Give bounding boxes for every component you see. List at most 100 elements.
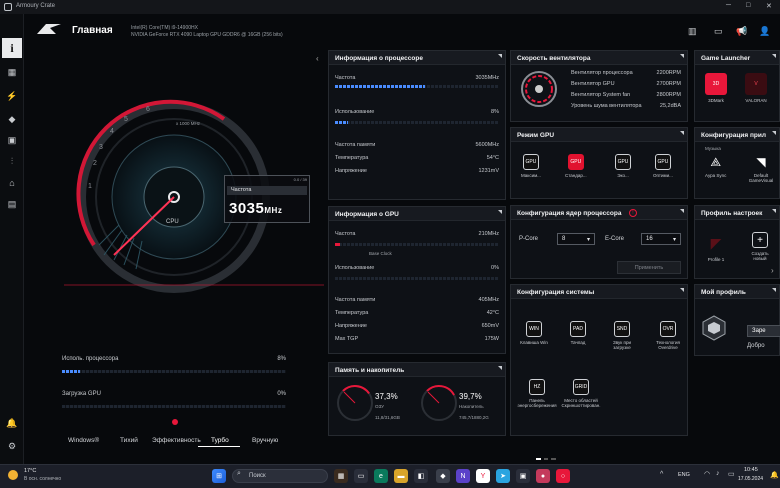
launcher-3dmark[interactable]: 3D 3DMark (705, 73, 727, 103)
chrome-icon[interactable]: ○ (556, 469, 570, 483)
settings-icon[interactable]: ⚙ (5, 440, 19, 452)
gpu-mode-eco[interactable]: GPU Эко... (615, 154, 631, 178)
profile-icon: ◤ (710, 234, 722, 251)
gpu-model: NVIDIA GeForce RTX 4090 Laptop GPU GDDR6… (131, 32, 283, 38)
maximize-icon[interactable]: □ (746, 2, 750, 9)
cpu-freq-value: 3035MHz (475, 75, 499, 81)
display-icon[interactable]: ▭ (714, 26, 723, 37)
cpu-use-label: Использование (335, 109, 375, 115)
battery-icon[interactable]: ▭ (728, 470, 735, 478)
media-icon[interactable]: ● (536, 469, 550, 483)
weather-temp[interactable]: 17°C (24, 468, 36, 474)
gpu-mode-optimized[interactable]: GPU Оптими... (653, 154, 673, 178)
armoury-crate-icon[interactable]: ◆ (436, 469, 450, 483)
gamevisual-icon[interactable]: ◆ (5, 113, 19, 125)
deals-icon[interactable]: ⌂ (5, 177, 19, 189)
gauge-tick-1: 1 (88, 183, 92, 190)
launcher-label: VALORAN (745, 98, 767, 103)
device-icon[interactable]: ▦ (5, 66, 19, 78)
cpu-mem-label: Частота памяти (335, 142, 376, 148)
telegram-icon[interactable]: ➤ (496, 469, 510, 483)
clock-time[interactable]: 10:45 (744, 467, 758, 473)
ecore-select[interactable]: 16 (641, 233, 681, 245)
gpu-use-bar (335, 277, 499, 280)
minimize-icon[interactable]: ─ (726, 2, 731, 9)
create-profile-button[interactable]: + Создать новый (745, 232, 775, 261)
home-icon[interactable]: i (2, 38, 22, 58)
appconfig-title: Конфигурация прил (695, 128, 779, 142)
notification-icon[interactable]: 🔔 (5, 417, 19, 429)
mode-silent[interactable]: Тихий (120, 437, 138, 444)
account-icon[interactable]: 👤 (759, 26, 770, 37)
hexagon-avatar-icon (702, 315, 726, 341)
mode-manual[interactable]: Вручную (252, 437, 278, 444)
volume-icon[interactable]: ♪ (716, 470, 720, 477)
profile-1[interactable]: ◤ Profile 1 (705, 232, 727, 263)
gpu-mode-standard[interactable]: GPU Стандар... (565, 154, 587, 178)
fan-panel: Скорость вентилятора Вентилятор процессо… (510, 50, 688, 122)
clock-date[interactable]: 17.05.2024 (738, 476, 763, 482)
mode-windows[interactable]: Windows® (68, 437, 99, 444)
gpu-use-label: Использование (335, 265, 375, 271)
lighting-icon[interactable]: ⚡ (5, 90, 19, 102)
gpu-load-bar (62, 405, 286, 408)
megaphone-icon[interactable]: 📢 (736, 26, 747, 37)
task-view-icon[interactable]: ▭ (354, 469, 368, 483)
cpu-use-value: 8% (491, 109, 499, 115)
pcore-select[interactable]: 8 (557, 233, 595, 245)
scenario-icon[interactable]: ▣ (5, 134, 19, 146)
tray-chevron-icon[interactable]: ^ (660, 471, 663, 478)
weather-desc[interactable]: В осн. солнечно (24, 476, 61, 482)
fan-cpu-value: 2200RPM (656, 70, 681, 76)
gpu-chip-icon: GPU (654, 154, 671, 170)
start-icon[interactable]: ⊞ (212, 469, 226, 483)
disk-dial (421, 385, 457, 421)
overdrive-toggle[interactable]: OVR Технология Overdrive (651, 321, 685, 350)
close-icon[interactable]: ✕ (766, 2, 772, 10)
sliders-icon[interactable]: ⫶ (5, 155, 19, 167)
gpu-mode-ultimate[interactable]: GPU Максим... (521, 154, 541, 178)
content-icon[interactable]: ▤ (5, 198, 19, 210)
apply-button[interactable]: Применить (617, 261, 681, 274)
register-button[interactable]: Заре (747, 325, 780, 337)
cpu-freq-label: Частота (335, 75, 356, 81)
store-icon[interactable]: ◧ (414, 469, 428, 483)
layout-icon[interactable]: ▥ (688, 26, 697, 37)
edge-icon[interactable]: e (374, 469, 388, 483)
mode-turbo[interactable]: Турбо (211, 437, 229, 444)
sysconfig-label: Тачпад (570, 340, 586, 345)
profiles-title: Профиль настроек (695, 206, 779, 220)
mode-performance[interactable]: Эффективность (152, 437, 201, 444)
cpu-mem-value: 5600MHz (475, 142, 499, 148)
language-indicator[interactable]: ENG (678, 472, 690, 478)
notifications-icon[interactable]: 🔔 (770, 471, 779, 479)
photos-icon[interactable]: ▣ (516, 469, 530, 483)
myprofile-title: Мой профиль (695, 285, 779, 299)
screenshot-region-toggle[interactable]: GRID Место областей Скриншоттирован. (561, 379, 601, 408)
create-label: Создать новый (751, 251, 769, 261)
weather-icon[interactable] (8, 470, 18, 480)
panel-power-saver-toggle[interactable]: HZ Панель энергосбережения (518, 379, 557, 408)
disk-label: Накопитель (459, 404, 484, 409)
memory-title: Память и накопитель (329, 363, 505, 377)
yandex-icon[interactable]: Y (476, 469, 490, 483)
widgets-icon[interactable]: ▦ (334, 469, 348, 483)
aura-sync-button[interactable]: ⟁ Аура Sync (705, 154, 726, 179)
page-prev-icon[interactable]: ‹ (316, 54, 319, 63)
sidebar: i ▦ ⚡ ◆ ▣ ⫶ ⌂ ▤ 🔔 ⚙ (0, 14, 24, 464)
search-input[interactable]: Поиск (232, 469, 328, 483)
launcher-valorant[interactable]: V VALORAN (745, 73, 767, 103)
explorer-icon[interactable]: ▬ (394, 469, 408, 483)
win-key-toggle[interactable]: WIN Клавиша Win (519, 321, 549, 345)
app-icon[interactable]: N (456, 469, 470, 483)
touchpad-toggle[interactable]: PAD Тачпад (563, 321, 593, 345)
boot-sound-toggle[interactable]: SND Звук при загрузке (607, 321, 637, 350)
page-next-icon[interactable]: › (771, 266, 774, 275)
mode-slider-knob[interactable] (172, 419, 178, 425)
gamevisual-button[interactable]: ◥ Default GameVisual (745, 154, 777, 183)
frequency-value: 3035 (229, 200, 265, 217)
fan-gpu-value: 2700RPM (656, 81, 681, 87)
info-icon[interactable]: ! (629, 209, 637, 217)
wifi-icon[interactable]: ◠ (704, 470, 710, 478)
fan-icon (521, 71, 557, 107)
